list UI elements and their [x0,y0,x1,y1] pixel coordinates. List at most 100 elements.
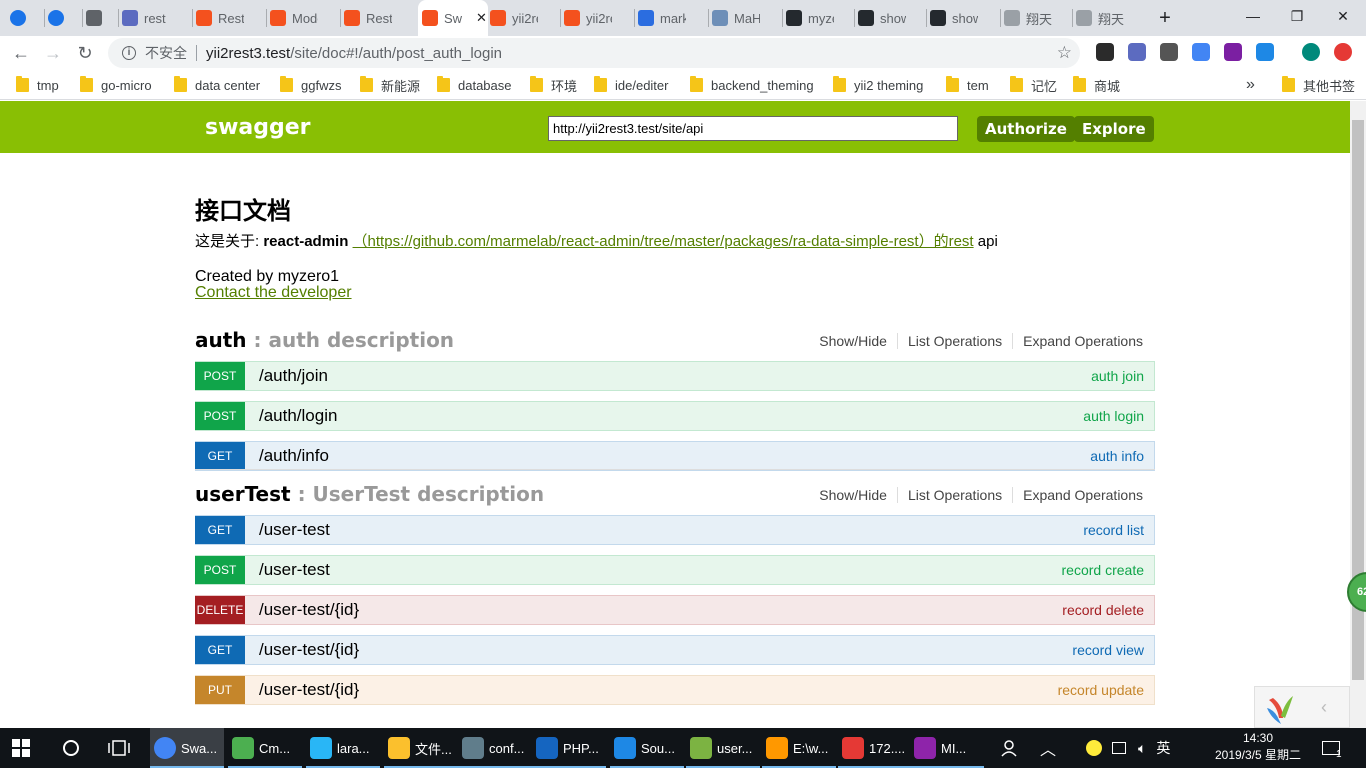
task-view-button[interactable] [108,728,130,768]
operation-summary[interactable]: record view [1072,642,1144,658]
bookmark-folder[interactable]: go-micro [80,76,152,94]
taskbar-app[interactable]: 172.... [838,728,912,768]
http-method-badge[interactable]: DELETE [195,596,245,624]
ime-indicator[interactable]: 英 [1156,738,1170,758]
http-method-badge[interactable]: GET [195,636,245,664]
browser-tab[interactable] [86,0,118,36]
extension-icon[interactable] [1302,43,1320,61]
bookmark-folder[interactable]: yii2 theming [833,76,923,94]
operation-summary[interactable]: record delete [1062,602,1144,618]
taskbar-app[interactable]: Swa... [150,728,224,768]
http-method-badge[interactable]: POST [195,402,245,430]
reload-button[interactable]: ↻ [72,40,98,66]
taskbar-app[interactable]: 文件... [384,728,458,768]
operation-row[interactable]: GET/auth/info auth info [195,441,1155,471]
resource-name[interactable]: userTest : UserTest description [195,482,544,506]
people-icon[interactable] [1000,728,1018,768]
bookmark-folder[interactable]: ggfwzs [280,76,341,94]
operation-row[interactable]: POST/user-test record create [195,555,1155,585]
extension-icon[interactable] [1160,43,1178,61]
other-bookmarks-folder[interactable]: 其他书签 [1282,76,1355,94]
browser-tab[interactable]: Rest C [196,0,268,36]
yii-debug-toolbar[interactable]: ‹ [1254,686,1350,728]
browser-tab[interactable]: Mode [270,0,342,36]
bookmark-folder[interactable]: tem [946,76,989,94]
bookmark-folder[interactable]: database [437,76,512,94]
back-button[interactable]: ← [8,40,34,66]
contact-developer-link[interactable]: Contact the developer [195,284,352,302]
new-tab-button[interactable]: + [1142,2,1188,34]
info-icon[interactable]: i [122,46,136,60]
operation-summary[interactable]: record create [1062,562,1144,578]
bookmark-folder[interactable]: 记忆 [1010,76,1057,94]
taskbar-app[interactable]: conf... [458,728,532,768]
bookmark-folder[interactable]: 新能源 [360,76,420,94]
forward-button[interactable]: → [40,40,66,66]
expand-operations-link[interactable]: Expand Operations [1013,333,1143,349]
show-hide-link[interactable]: Show/Hide [809,333,898,349]
maximize-window-button[interactable]: ❐ [1274,0,1320,32]
http-method-badge[interactable]: GET [195,516,245,544]
taskbar-app[interactable]: Sou... [610,728,684,768]
bookmark-folder[interactable]: ide/editer [594,76,668,94]
taskbar-app[interactable]: PHP... [532,728,606,768]
operation-path[interactable]: /user-test [259,520,330,540]
explore-button[interactable]: Explore [1074,116,1154,142]
extension-icon[interactable] [1096,43,1114,61]
tab-close-icon[interactable]: ✕ [476,10,487,26]
bookmark-star-icon[interactable]: ☆ [1057,43,1072,63]
browser-tab[interactable]: myzer [786,0,858,36]
extension-icon[interactable] [1334,43,1352,61]
http-method-badge[interactable]: GET [195,442,245,470]
browser-tab[interactable] [48,0,80,36]
network-icon[interactable] [1112,742,1126,754]
system-clock[interactable]: 14:30 2019/3/5 星期二 [1206,730,1310,764]
authorize-button[interactable]: Authorize [977,116,1075,142]
bookmark-folder[interactable]: 环境 [530,76,577,94]
browser-tab[interactable]: rest lo [122,0,194,36]
http-method-badge[interactable]: POST [195,556,245,584]
close-window-button[interactable]: ✕ [1320,0,1366,32]
resource-name[interactable]: auth : auth description [195,328,454,352]
browser-tab[interactable]: 翔天信 [1004,0,1076,36]
browser-tab[interactable]: Sw ✕ [418,0,488,36]
browser-tab[interactable]: yii2re [564,0,636,36]
notification-center[interactable]: 1 [1322,728,1342,768]
operation-summary[interactable]: auth login [1083,408,1144,424]
extension-icon[interactable] [1256,43,1274,61]
operation-path[interactable]: /user-test/{id} [259,680,359,700]
taskbar-app[interactable]: user... [686,728,760,768]
address-bar[interactable]: i 不安全 yii2rest3.test /site/doc#!/auth/po… [108,38,1080,68]
bookmark-folder[interactable]: tmp [16,76,59,94]
search-button[interactable] [62,728,80,768]
taskbar-app[interactable]: lara... [306,728,380,768]
operation-row[interactable]: PUT/user-test/{id} record update [195,675,1155,705]
browser-tab[interactable] [10,0,42,36]
operation-summary[interactable]: record list [1083,522,1144,538]
collapse-arrow-icon[interactable]: ‹ [1321,697,1327,718]
browser-tab[interactable]: show [930,0,1002,36]
extension-icon[interactable] [1224,43,1242,61]
volume-icon[interactable]: 🔈︎ [1138,740,1146,757]
operation-row[interactable]: DELETE/user-test/{id} record delete [195,595,1155,625]
tray-chevron-icon[interactable]: ︿ [1040,728,1056,768]
browser-tab[interactable]: 翔天信 [1076,0,1148,36]
extension-icon[interactable] [1192,43,1210,61]
list-operations-link[interactable]: List Operations [898,333,1014,349]
operation-summary[interactable]: auth info [1090,448,1144,464]
bookmark-folder[interactable]: 商城 [1073,76,1120,94]
operation-row[interactable]: GET/user-test record list [195,515,1155,545]
taskbar-app[interactable]: MI... [910,728,984,768]
operation-path[interactable]: /auth/login [259,406,337,426]
api-url-input[interactable] [548,116,958,141]
operation-row[interactable]: POST/auth/join auth join [195,361,1155,391]
operation-path[interactable]: /user-test/{id} [259,600,359,620]
operation-row[interactable]: GET/user-test/{id} record view [195,635,1155,665]
operation-summary[interactable]: auth join [1091,368,1144,384]
minimize-window-button[interactable]: — [1230,0,1276,32]
list-operations-link[interactable]: List Operations [898,487,1014,503]
bookmarks-more-button[interactable]: » [1246,76,1255,94]
swagger-logo[interactable]: swagger [205,115,311,140]
operation-path[interactable]: /user-test/{id} [259,640,359,660]
http-method-badge[interactable]: POST [195,362,245,390]
